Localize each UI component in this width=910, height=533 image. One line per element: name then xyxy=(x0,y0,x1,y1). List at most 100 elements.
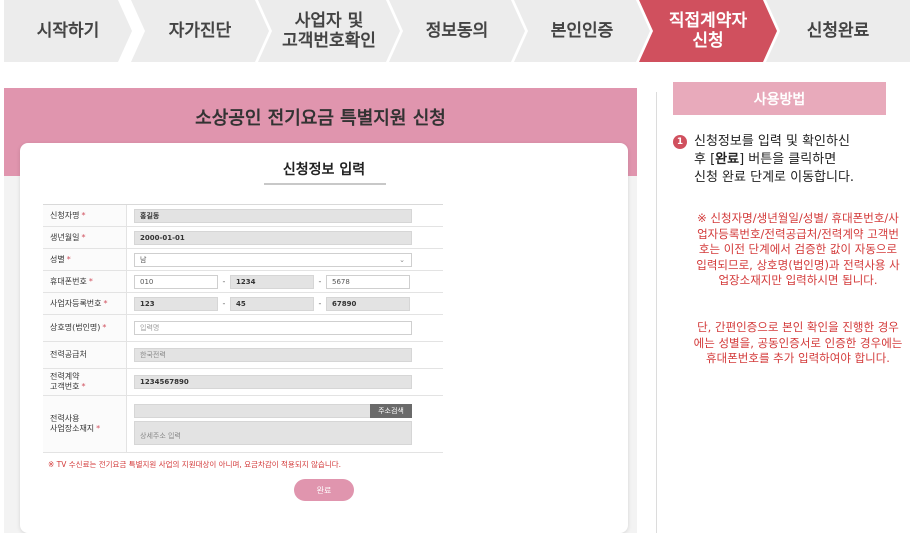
business-number-part3[interactable]: 67890 xyxy=(326,296,410,311)
form-row-gender: 성별 * 남 ⌄ xyxy=(43,249,443,271)
step-info-consent-label: 정보동의 xyxy=(425,21,489,41)
gender-select-value: 남 xyxy=(140,255,147,264)
power-supplier-cell: 한국전력 xyxy=(127,342,443,368)
tv-fee-notice: ※ TV 수신료는 전기요금 특별지원 사업의 지원대상이 아니며, 요금차감이… xyxy=(48,460,342,469)
applicant-name-label-text: 신청자명 xyxy=(50,210,80,220)
help-note-additional-input: 단, 간편인증으로 본인 확인을 진행한 경우에는 성별을, 공동인증서로 인증… xyxy=(693,320,903,365)
help-step-line2-pre: 후 [ xyxy=(694,152,716,167)
step-self-diagnosis-label: 자가진단 xyxy=(168,21,232,41)
application-form-card: 신청정보 입력 신청자명 * 홍길동 생년월일 * 2000-01-01 성별 … xyxy=(20,143,628,533)
birth-date-field[interactable]: 2000-01-01 xyxy=(134,230,412,245)
step-business-check-label-2: 고객번호확인 xyxy=(282,31,376,51)
step-direct-contract-apply: 직접계약자 신청 xyxy=(639,0,777,62)
complete-button[interactable]: 완료 xyxy=(294,479,354,501)
step-business-check: 사업자 및 고객번호확인 xyxy=(258,0,400,62)
form-title: 신청정보 입력 xyxy=(282,162,366,178)
business-address-label: 전력사용 사업장소재지 * xyxy=(43,396,127,452)
step-self-diagnosis: 자가진단 xyxy=(131,0,269,62)
phone-last-input[interactable]: 5678 xyxy=(326,274,410,289)
company-name-input[interactable]: 입력명 xyxy=(134,321,412,335)
gender-label: 성별 * xyxy=(43,249,127,270)
power-supplier-label: 전력공급처 xyxy=(43,342,127,368)
business-address-cell: 주소검색 상세주소 입력 xyxy=(127,396,443,452)
step-identity-verification-label: 본인인증 xyxy=(550,21,614,41)
power-supplier-label-text: 전력공급처 xyxy=(50,350,87,359)
help-step-line2-post: ] 버튼을 클릭하면 xyxy=(739,152,837,167)
form-row-applicant-name: 신청자명 * 홍길동 xyxy=(43,205,443,227)
phone-label-text: 휴대폰번호 xyxy=(50,276,87,286)
form-row-customer-number: 전력계약 고객번호 * 1234567890 xyxy=(43,369,443,396)
business-address-label-line2: 사업장소재지 xyxy=(50,424,95,433)
panel-title: 소상공인 전기요금 특별지원 신청 xyxy=(195,108,446,129)
address-detail-input[interactable]: 상세주소 입력 xyxy=(134,420,412,445)
birth-date-label-text: 생년월일 xyxy=(50,232,80,242)
gender-select[interactable]: 남 ⌄ xyxy=(134,252,412,267)
phone-prefix-input[interactable]: 010 xyxy=(134,274,218,289)
form-row-business-number: 사업자등록번호 * 123 - 45 - 67890 xyxy=(43,293,443,315)
step-start: 시작하기 xyxy=(4,0,132,62)
step-direct-contract-label-1: 직접계약자 xyxy=(668,11,748,31)
progress-stepper: 시작하기 자가진단 사업자 및 고객번호확인 정보동의 본인인증 직접계약자 신… xyxy=(4,0,910,62)
step-start-label: 시작하기 xyxy=(36,21,100,41)
phone-separator: - xyxy=(222,277,226,286)
step-info-consent: 정보동의 xyxy=(389,0,525,62)
phone-cell: 010 - 1234 - 5678 xyxy=(127,271,443,292)
help-step-line2: 후 [완료] 버튼을 클릭하면 xyxy=(694,151,854,169)
company-name-label: 상호명(법인명) * xyxy=(43,315,127,341)
business-number-cell: 123 - 45 - 67890 xyxy=(127,293,443,314)
applicant-name-cell: 홍길동 xyxy=(127,205,443,226)
phone-label: 휴대폰번호 * xyxy=(43,271,127,292)
help-step-text: 신청정보를 입력 및 확인하신 후 [완료] 버튼을 클릭하면 신청 완료 단계… xyxy=(694,133,854,187)
help-note-auto-fill: ※ 신청자명/생년월일/성별/ 휴대폰번호/사업자등록번호/전력공급처/전력계약… xyxy=(696,211,900,287)
form-row-phone: 휴대폰번호 * 010 - 1234 - 5678 xyxy=(43,271,443,293)
required-mark: * xyxy=(88,276,93,286)
required-mark: * xyxy=(81,210,86,220)
help-step-line1: 신청정보를 입력 및 확인하신 xyxy=(694,134,850,149)
applicant-name-field[interactable]: 홍길동 xyxy=(134,208,412,223)
customer-number-label: 전력계약 고객번호 * xyxy=(43,369,127,395)
help-title: 사용방법 xyxy=(673,82,886,115)
required-mark: * xyxy=(102,323,107,332)
customer-number-label-line2: 고객번호 xyxy=(50,382,80,391)
gender-cell: 남 ⌄ xyxy=(127,249,443,270)
phone-middle-input[interactable]: 1234 xyxy=(230,274,314,289)
vertical-divider xyxy=(656,92,657,533)
required-mark: * xyxy=(66,254,71,264)
step-business-check-label-1: 사업자 및 xyxy=(294,11,364,31)
application-panel: 소상공인 전기요금 특별지원 신청 신청정보 입력 신청자명 * 홍길동 생년월일… xyxy=(4,88,637,533)
address-main-field[interactable] xyxy=(134,403,370,418)
gender-label-text: 성별 xyxy=(50,254,65,264)
customer-number-cell: 1234567890 xyxy=(127,369,443,395)
address-search-row: 주소검색 xyxy=(134,403,412,418)
step-identity-verification: 본인인증 xyxy=(514,0,650,62)
help-step-line2-bold: 완료 xyxy=(715,152,740,167)
business-number-separator: - xyxy=(318,299,322,308)
form-row-birth-date: 생년월일 * 2000-01-01 xyxy=(43,227,443,249)
form-row-company-name: 상호명(법인명) * 입력명 xyxy=(43,315,443,342)
required-mark: * xyxy=(96,424,101,433)
business-number-label-text: 사업자등록번호 xyxy=(50,298,102,308)
business-number-part1[interactable]: 123 xyxy=(134,296,218,311)
step-direct-contract-label-2: 신청 xyxy=(692,31,724,51)
required-mark: * xyxy=(81,382,86,391)
customer-number-field[interactable]: 1234567890 xyxy=(134,375,412,389)
applicant-name-label: 신청자명 * xyxy=(43,205,127,226)
business-number-separator: - xyxy=(222,299,226,308)
step-complete-label: 신청완료 xyxy=(806,21,870,41)
application-form: 신청자명 * 홍길동 생년월일 * 2000-01-01 성별 * 남 ⌄ 휴대… xyxy=(43,204,443,453)
power-supplier-field[interactable]: 한국전력 xyxy=(134,348,412,362)
address-search-button[interactable]: 주소검색 xyxy=(370,403,412,418)
business-number-label: 사업자등록번호 * xyxy=(43,293,127,314)
business-number-part2[interactable]: 45 xyxy=(230,296,314,311)
chevron-down-icon: ⌄ xyxy=(399,255,405,264)
birth-date-label: 생년월일 * xyxy=(43,227,127,248)
company-name-cell: 입력명 xyxy=(127,315,443,341)
company-name-label-text: 상호명(법인명) xyxy=(50,323,101,332)
step-number-badge: 1 xyxy=(673,135,687,149)
business-address-label-line1: 전력사용 xyxy=(50,414,80,423)
help-step-line3: 신청 완료 단계로 이동합니다. xyxy=(694,170,855,185)
form-row-power-supplier: 전력공급처 한국전력 xyxy=(43,342,443,369)
address-group: 주소검색 상세주소 입력 xyxy=(134,403,412,445)
customer-number-label-line1: 전력계약 xyxy=(50,372,80,381)
step-complete: 신청완료 xyxy=(766,0,910,62)
